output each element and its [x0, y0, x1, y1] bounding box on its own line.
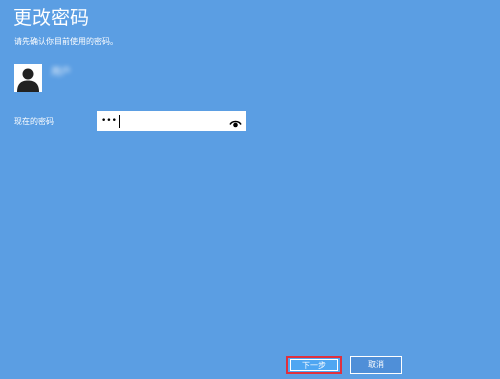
username: 用户	[51, 67, 71, 78]
page-title: 更改密码	[13, 7, 90, 29]
text-caret	[119, 115, 120, 128]
next-button[interactable]: 下一步	[286, 356, 342, 374]
cancel-button[interactable]: 取消	[350, 356, 402, 374]
page-subtitle: 请先确认你目前使用的密码。	[14, 37, 118, 46]
user-avatar-icon	[14, 64, 42, 92]
current-password-label: 现在的密码	[14, 117, 54, 126]
next-button-label: 下一步	[290, 359, 338, 371]
eye-icon[interactable]	[229, 115, 242, 128]
current-password-field[interactable]	[97, 111, 246, 131]
